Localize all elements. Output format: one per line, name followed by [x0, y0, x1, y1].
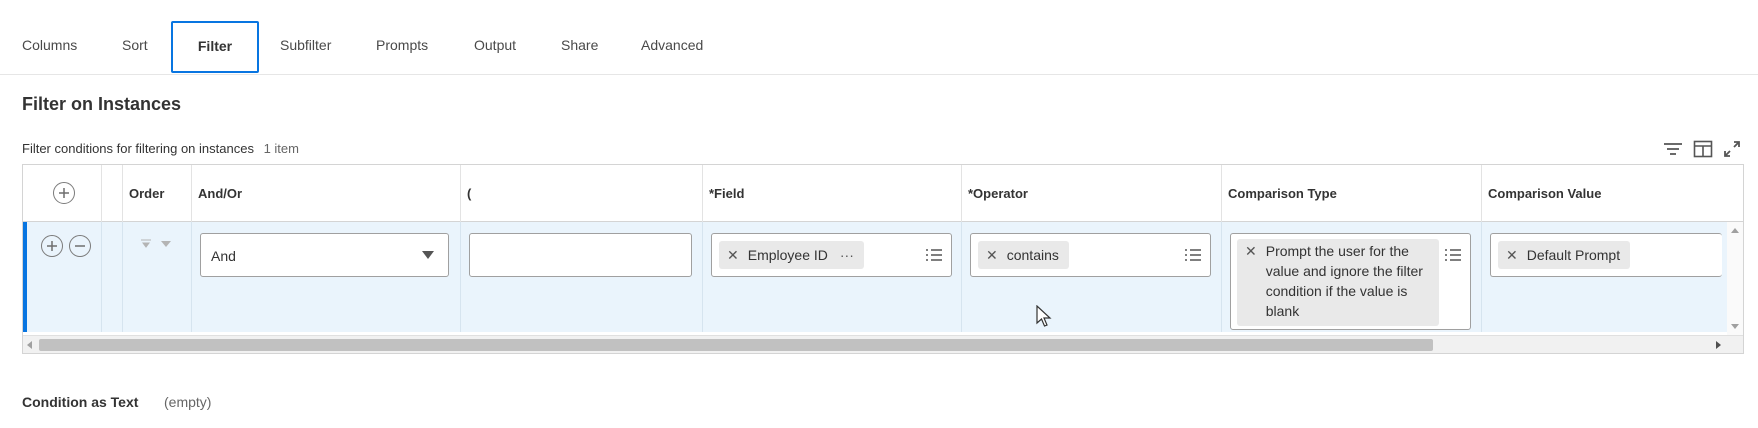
paren-cell: [461, 222, 703, 332]
comparison-value-pill[interactable]: ✕ Default Prompt: [1498, 241, 1631, 269]
columns-layout-icon[interactable]: [1693, 140, 1713, 158]
header-order[interactable]: Order: [123, 165, 192, 222]
operator-prompt[interactable]: ✕ contains: [970, 233, 1211, 277]
grid-caption: Filter conditions for filtering on insta…: [22, 141, 299, 156]
more-icon[interactable]: ···: [840, 247, 854, 263]
header-comparison-value[interactable]: Comparison Value: [1482, 165, 1743, 222]
operator-pill[interactable]: ✕ contains: [978, 241, 1069, 269]
field-cell: ✕ Employee ID ···: [703, 222, 962, 332]
move-down-icon[interactable]: [140, 238, 172, 250]
header-and-or[interactable]: And/Or: [192, 165, 461, 222]
scroll-right-icon[interactable]: [1716, 341, 1721, 349]
tab-output[interactable]: Output: [474, 0, 516, 75]
scroll-down-icon[interactable]: [1731, 324, 1739, 329]
report-tabs: Columns Sort Filter Subfilter Prompts Ou…: [0, 0, 1758, 75]
field-pill[interactable]: ✕ Employee ID ···: [719, 241, 864, 269]
horizontal-scrollbar[interactable]: [23, 335, 1743, 353]
paren-input[interactable]: [469, 233, 692, 277]
add-row-button[interactable]: [53, 182, 75, 204]
grid-caption-text: Filter conditions for filtering on insta…: [22, 141, 254, 156]
operator-cell: ✕ contains: [962, 222, 1222, 332]
operator-value: contains: [1006, 247, 1059, 263]
and-or-cell: And: [192, 222, 461, 332]
tab-advanced[interactable]: Advanced: [641, 0, 703, 75]
list-icon[interactable]: [1444, 248, 1462, 262]
header-operator[interactable]: *Operator: [962, 165, 1222, 222]
list-icon[interactable]: [1184, 248, 1202, 262]
comparison-type-cell: ✕ Prompt the user for the value and igno…: [1222, 222, 1482, 332]
filter-icon[interactable]: [1663, 141, 1683, 157]
tab-subfilter[interactable]: Subfilter: [280, 0, 331, 75]
expand-icon[interactable]: [1723, 140, 1741, 158]
tab-sort[interactable]: Sort: [122, 0, 148, 75]
row-actions-cell: [23, 222, 102, 332]
row-spacer: [102, 222, 123, 332]
comparison-value-prompt[interactable]: ✕ Default Prompt: [1490, 233, 1722, 277]
close-icon[interactable]: ✕: [727, 247, 739, 264]
close-icon[interactable]: ✕: [986, 247, 998, 264]
comparison-type-value: Prompt the user for the value and ignore…: [1265, 243, 1423, 319]
vertical-scrollbar[interactable]: [1727, 222, 1743, 337]
field-value: Employee ID: [747, 247, 828, 263]
grid-toolbar: [1663, 139, 1741, 159]
scroll-up-icon[interactable]: [1731, 228, 1739, 233]
header-field[interactable]: *Field: [703, 165, 962, 222]
page-title: Filter on Instances: [22, 94, 182, 114]
tab-prompts[interactable]: Prompts: [376, 0, 428, 75]
list-icon[interactable]: [925, 248, 943, 262]
plus-icon: [59, 188, 69, 198]
minus-icon: [75, 245, 85, 247]
and-or-value: And: [211, 248, 236, 264]
and-or-select[interactable]: And: [200, 233, 449, 277]
grid-header: Order And/Or ( *Field *Operator Comparis…: [23, 165, 1743, 222]
close-icon[interactable]: ✕: [1506, 247, 1518, 264]
condition-as-text-label: Condition as Text: [22, 394, 139, 410]
order-cell: [123, 222, 192, 332]
tab-share[interactable]: Share: [561, 0, 598, 75]
comparison-type-pill[interactable]: ✕ Prompt the user for the value and igno…: [1237, 239, 1439, 326]
close-icon[interactable]: ✕: [1245, 241, 1257, 261]
mouse-cursor-icon: [1036, 305, 1052, 327]
plus-icon: [47, 241, 57, 251]
chevron-down-icon: [422, 251, 434, 259]
comparison-value-value: Default Prompt: [1526, 247, 1621, 263]
tab-columns[interactable]: Columns: [22, 0, 77, 75]
tab-filter[interactable]: Filter: [171, 21, 259, 73]
field-prompt[interactable]: ✕ Employee ID ···: [711, 233, 952, 277]
header-spacer: [102, 165, 123, 222]
comparison-value-cell: ✕ Default Prompt: [1482, 222, 1743, 332]
header-comparison-type[interactable]: Comparison Type: [1222, 165, 1482, 222]
table-row: And ✕ Employee ID ··· ✕ contains ✕ Promp…: [23, 222, 1743, 332]
header-paren[interactable]: (: [461, 165, 703, 222]
scrollbar-thumb[interactable]: [39, 339, 1433, 351]
scroll-left-icon[interactable]: [27, 341, 32, 349]
filter-conditions-grid: Order And/Or ( *Field *Operator Comparis…: [22, 164, 1744, 354]
add-row-below-button[interactable]: [41, 235, 63, 257]
condition-as-text-value: (empty): [164, 394, 212, 410]
comparison-type-prompt[interactable]: ✕ Prompt the user for the value and igno…: [1230, 233, 1471, 330]
remove-row-button[interactable]: [69, 235, 91, 257]
item-count: 1 item: [263, 141, 299, 156]
